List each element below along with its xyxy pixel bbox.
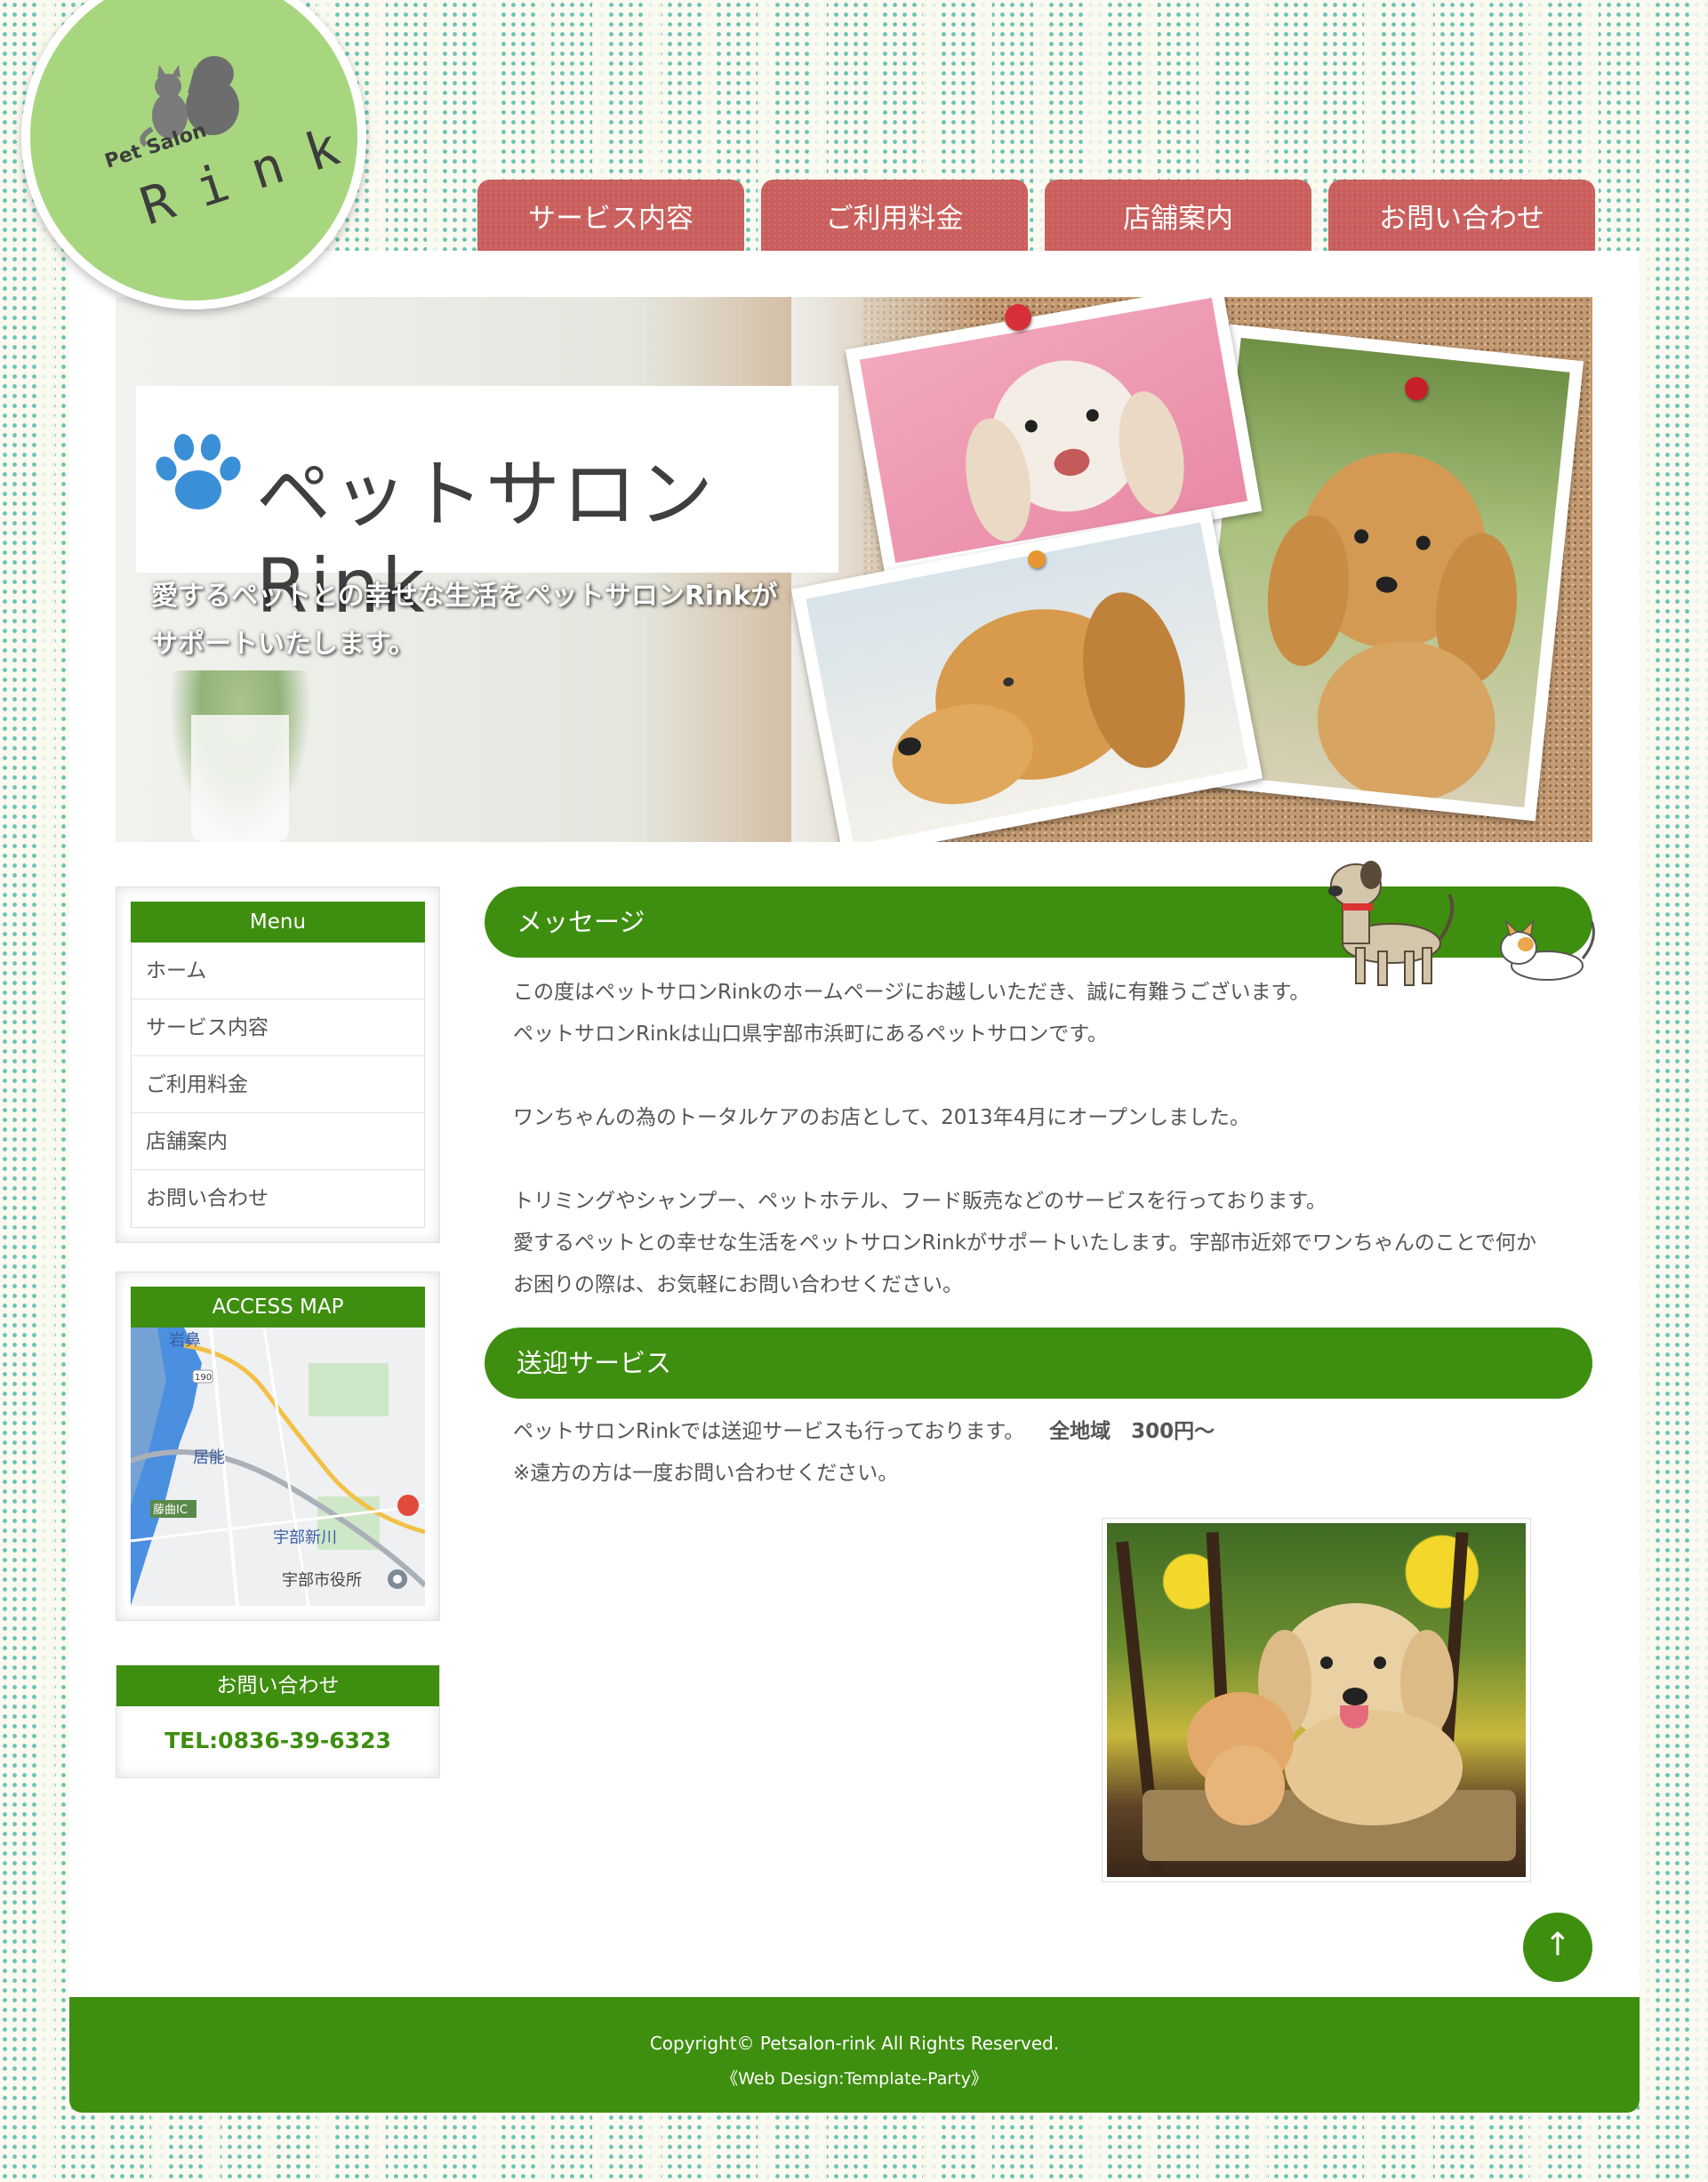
sidebar-item-services[interactable]: サービス内容 [132, 999, 424, 1056]
message-line [513, 1055, 1580, 1097]
puppy-kitten-photo [1102, 1518, 1531, 1882]
map-label-city-hall: 宇部市役所 [282, 1571, 362, 1590]
map-label-ino: 居能 [193, 1448, 225, 1467]
map-graphic: 岩鼻 190 居能 藤曲IC 宇部新川 宇部市役所 [131, 1328, 425, 1606]
message-line: ワンちゃんの為のトータルケアのお店として、2013年4月にオープンしました。 [513, 1106, 1250, 1129]
contact-box: お問い合わせ TEL:0836-39-6323 [116, 1665, 440, 1778]
menu-heading: Menu [131, 902, 425, 943]
pickup-price: 全地域 300円〜 [1049, 1420, 1215, 1443]
message-line: トリミングやシャンプー、ペットホテル、フード販売などのサービスを行っております。 [513, 1190, 1327, 1213]
sidebar-item-store-info[interactable]: 店舗案内 [132, 1113, 424, 1170]
hero-caption: 愛するペットとの幸せな生活をペットサロンRinkが サポートいたします。 [151, 581, 778, 660]
message-body: この度はペットサロンRinkのホームページにお越しいただき、誠に有難うございます… [513, 972, 1580, 1306]
hero-title-box: ペットサロン Rink [136, 386, 838, 630]
contact-heading: お問い合わせ [116, 1665, 439, 1706]
nav-pricing[interactable]: ご利用料金 [761, 180, 1028, 251]
map-label-ic: 藤曲IC [153, 1504, 188, 1517]
pickup-note: ※遠方の方は一度お問い合わせください。 [513, 1462, 899, 1485]
contact-phone[interactable]: TEL:0836-39-6323 [116, 1706, 439, 1776]
plant-pot [191, 715, 289, 842]
message-line: 愛するペットとの幸せな生活をペットサロンRinkがサポートいたします。宇部市近郊… [513, 1231, 1537, 1255]
map-label-ube-shinkawa: 宇部新川 [273, 1528, 337, 1547]
map-label-iwahana: 岩鼻 [169, 1331, 201, 1350]
pickup-body: ペットサロンRinkでは送迎サービスも行っております。 全地域 300円〜 ※遠方… [513, 1411, 1580, 1495]
paw-icon [156, 434, 241, 509]
sidebar-menu-box: Menu ホーム サービス内容 ご利用料金 店舗案内 お問い合わせ [116, 886, 440, 1243]
pickup-heading: 送迎サービス [485, 1328, 1592, 1399]
hero-banner: ペットサロン Rink 愛するペットとの幸せな生活をペットサロンRinkが サポ… [116, 297, 1592, 842]
red-pin-icon [1405, 377, 1428, 400]
nav-contact[interactable]: お問い合わせ [1328, 180, 1595, 251]
message-line: この度はペットサロンRinkのホームページにお越しいただき、誠に有難うございます… [513, 981, 1311, 1004]
access-map[interactable]: 岩鼻 190 居能 藤曲IC 宇部新川 宇部市役所 [131, 1328, 425, 1606]
sidebar-item-home[interactable]: ホーム [132, 943, 424, 999]
message-line: ペットサロンRinkは山口県宇部市浜町にあるペットサロンです。 [513, 1023, 1108, 1046]
sidebar-item-contact[interactable]: お問い合わせ [132, 1170, 424, 1227]
sidebar-menu: ホーム サービス内容 ご利用料金 店舗案内 お問い合わせ [131, 943, 425, 1228]
main-nav: サービス内容 ご利用料金 店舗案内 お問い合わせ [477, 180, 1595, 251]
footer: Copyright© Petsalon-rink All Rights Rese… [69, 1997, 1640, 2113]
pickup-text: ペットサロンRinkでは送迎サービスも行っております。 [513, 1420, 1025, 1443]
map-label-route: 190 [195, 1373, 212, 1383]
access-map-heading: ACCESS MAP [131, 1287, 425, 1328]
nav-services[interactable]: サービス内容 [477, 180, 744, 251]
nav-store-info[interactable]: 店舗案内 [1045, 180, 1311, 251]
pickup-line: ペットサロンRinkでは送迎サービスも行っております。 全地域 300円〜 [513, 1411, 1580, 1453]
footer-design-credit[interactable]: 《Web Design:Template-Party》 [69, 2061, 1640, 2097]
message-line [513, 1139, 1580, 1181]
footer-copyright: Copyright© Petsalon-rink All Rights Rese… [649, 2033, 1060, 2054]
orange-pin-icon [1028, 550, 1046, 568]
access-map-box: ACCESS MAP 岩鼻 190 居能 藤曲IC 宇部新川 宇部市役所 [116, 1271, 440, 1621]
message-line: お困りの際は、お気軽にお問い合わせください。 [513, 1273, 963, 1296]
back-to-top-button[interactable]: ↑ [1523, 1913, 1592, 1982]
sidebar-item-pricing[interactable]: ご利用料金 [132, 1056, 424, 1113]
red-pin-icon [1005, 304, 1031, 331]
